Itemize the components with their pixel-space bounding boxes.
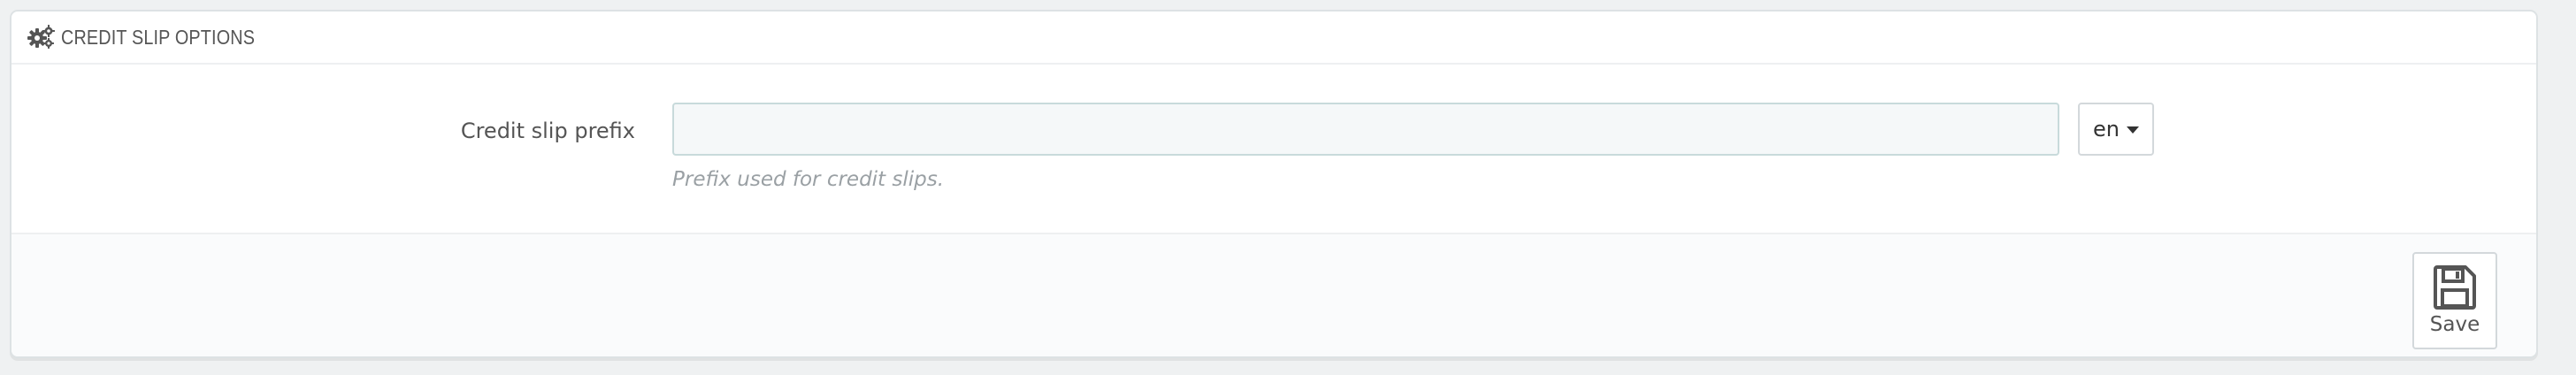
caret-down-icon bbox=[2126, 126, 2139, 134]
panel-title: CREDIT SLIP OPTIONS bbox=[61, 25, 256, 49]
panel-heading: CREDIT SLIP OPTIONS bbox=[12, 11, 2536, 65]
panel-footer: Save bbox=[12, 233, 2536, 356]
help-text: Prefix used for credit slips. bbox=[672, 168, 945, 191]
credit-slip-prefix-label: Credit slip prefix bbox=[460, 119, 635, 143]
credit-slip-prefix-input[interactable] bbox=[672, 103, 2059, 156]
credit-slip-options-panel: CREDIT SLIP OPTIONS Credit slip prefix e… bbox=[10, 10, 2538, 358]
save-button[interactable]: Save bbox=[2412, 252, 2497, 349]
floppy-disk-icon bbox=[2434, 265, 2476, 310]
gears-icon bbox=[27, 25, 55, 49]
form-body: Credit slip prefix en Prefix used for cr… bbox=[12, 66, 2536, 243]
save-label: Save bbox=[2429, 313, 2480, 336]
language-label: en bbox=[2093, 117, 2120, 142]
language-dropdown-button[interactable]: en bbox=[2078, 103, 2154, 156]
